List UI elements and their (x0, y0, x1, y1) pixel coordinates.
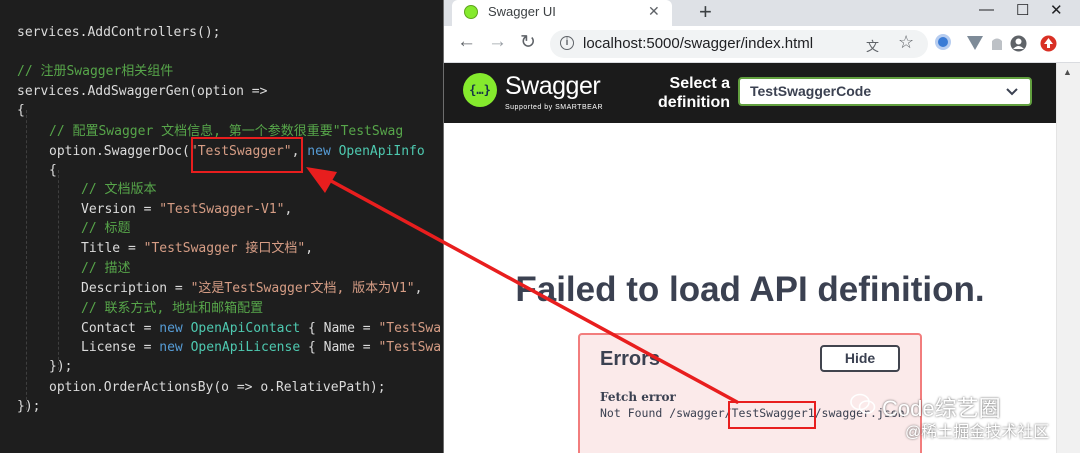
close-window-button[interactable]: ✕ (1050, 1, 1063, 19)
code-line[interactable]: Contact = new OpenApiContact { Name = "T… (81, 319, 441, 339)
profile-avatar-icon[interactable] (1010, 35, 1027, 52)
swagger-logo-icon: {…} (463, 73, 497, 107)
page-scrollbar[interactable]: ▲ (1056, 63, 1080, 453)
code-token: Contact = (81, 321, 160, 336)
extension-icon[interactable] (935, 34, 951, 50)
close-tab-icon[interactable]: ✕ (648, 3, 660, 20)
code-token: // 标题 (81, 221, 131, 236)
address-bar[interactable]: i localhost:5000/swagger/index.html 文 ☆ (550, 30, 928, 58)
code-line[interactable]: // 标题 (81, 219, 130, 239)
new-tab-button[interactable]: + (699, 0, 712, 25)
maximize-button[interactable]: ☐ (1016, 1, 1029, 19)
code-line[interactable]: { (49, 161, 57, 181)
code-token: { (17, 103, 25, 118)
code-token: License = (81, 340, 160, 355)
code-token: // 文档版本 (81, 182, 157, 197)
highlight-box-code (191, 137, 303, 173)
indent-guide (58, 170, 59, 370)
code-token: Description = (81, 281, 191, 296)
fetch-error-heading: Fetch error (600, 390, 676, 404)
code-token: OpenApiInfo (338, 144, 425, 159)
back-button[interactable]: ← (457, 31, 476, 53)
code-token: { (49, 163, 57, 178)
chevron-down-icon (1006, 88, 1018, 96)
swagger-brand-sub: Supported by SMARTBEAR (505, 104, 604, 111)
swagger-favicon-icon (464, 5, 478, 19)
code-token: new (159, 321, 183, 336)
definition-select[interactable]: TestSwaggerCode (738, 77, 1032, 106)
errors-title: Errors (600, 348, 661, 370)
reload-button[interactable]: ↻ (520, 31, 536, 54)
code-line[interactable]: // 注册Swagger相关组件 (17, 62, 173, 82)
code-token: "这是TestSwagger文档, 版本为V1" (190, 281, 415, 296)
code-token: new (159, 340, 183, 355)
code-token: option.SwaggerDoc( (49, 144, 190, 159)
browser-window: Swagger UI ✕ + — ☐ ✕ ← → ↻ i localhost:5… (443, 0, 1080, 453)
code-line[interactable]: option.OrderActionsBy(o => o.RelativePat… (49, 378, 386, 398)
extension-puzzle-icon[interactable] (990, 35, 1004, 51)
bookmark-star-icon[interactable]: ☆ (898, 32, 914, 53)
code-line[interactable]: Title = "TestSwagger 接口文档", (81, 239, 313, 259)
code-token: , (414, 281, 423, 296)
scroll-up-icon[interactable]: ▲ (1063, 67, 1072, 77)
code-token: // 注册Swagger相关组件 (17, 64, 174, 79)
code-line[interactable]: Description = "这是TestSwagger文档, 版本为V1", (81, 279, 422, 299)
code-token: OpenApiContact (190, 321, 301, 336)
tab-swagger-ui[interactable]: Swagger UI ✕ (452, 0, 672, 26)
forward-button[interactable]: → (488, 31, 507, 53)
update-icon[interactable] (1040, 35, 1057, 52)
code-token: }); (17, 399, 41, 414)
code-editor[interactable]: services.AddControllers(); // 注册Swagger相… (0, 0, 445, 453)
code-line[interactable]: }); (17, 397, 40, 417)
code-line[interactable]: // 联系方式, 地址和邮箱配置 (81, 299, 263, 319)
code-line[interactable]: // 描述 (81, 259, 130, 279)
code-token: { Name = (300, 321, 379, 336)
code-token: // 描述 (81, 261, 131, 276)
code-token: OpenApiLicense (190, 340, 301, 355)
code-token: new (307, 144, 331, 159)
code-token: }); (49, 359, 73, 374)
swagger-brand: Swagger (505, 72, 601, 100)
tab-bar: Swagger UI ✕ + — ☐ ✕ (444, 0, 1080, 26)
minimize-button[interactable]: — (979, 1, 994, 18)
tab-title: Swagger UI (488, 4, 556, 19)
code-token: Title = (81, 241, 144, 256)
code-line[interactable]: Version = "TestSwagger-V1", (81, 200, 292, 220)
code-line[interactable]: services.AddSwaggerGen(option => (17, 82, 267, 102)
code-token: "TestSwa (378, 321, 442, 336)
code-token: { Name = (300, 340, 379, 355)
code-token: , (305, 241, 314, 256)
highlight-box-error (728, 401, 816, 429)
code-line[interactable]: License = new OpenApiLicense { Name = "T… (81, 338, 441, 358)
code-line[interactable]: services.AddControllers(); (17, 23, 221, 43)
url-text[interactable]: localhost:5000/swagger/index.html (583, 35, 813, 52)
filter-extension-icon[interactable] (967, 36, 983, 50)
failed-load-title: Failed to load API definition. (515, 270, 985, 309)
code-token: services.AddControllers(); (17, 25, 221, 40)
definition-select-value: TestSwaggerCode (750, 83, 872, 99)
code-line[interactable]: }); (49, 357, 72, 377)
indent-guide (26, 110, 27, 410)
swagger-topbar: {…} Swagger Supported by SMARTBEAR Selec… (444, 63, 1056, 123)
code-line[interactable]: { (17, 101, 25, 121)
browser-toolbar: ← → ↻ i localhost:5000/swagger/index.htm… (444, 26, 1080, 63)
watermark-sub: @稀土掘金技术社区 (905, 424, 1050, 441)
code-token: "TestSwagger-V1" (159, 202, 285, 217)
code-token: services.AddSwaggerGen(option => (17, 84, 268, 99)
wechat-icon (850, 393, 876, 414)
code-line[interactable]: // 文档版本 (81, 180, 156, 200)
select-definition-label: Select a definition (658, 75, 730, 111)
translate-icon[interactable]: 文 (866, 36, 879, 55)
code-token: option.OrderActionsBy(o => o.RelativePat… (49, 380, 386, 395)
code-token: , (284, 202, 293, 217)
code-token: "TestSwagger 接口文档" (143, 241, 306, 256)
code-token: "TestSwa (378, 340, 442, 355)
site-info-icon[interactable]: i (560, 36, 574, 50)
code-token: // 联系方式, 地址和邮箱配置 (81, 301, 264, 316)
hide-button[interactable]: Hide (820, 345, 900, 372)
code-token: Version = (81, 202, 160, 217)
